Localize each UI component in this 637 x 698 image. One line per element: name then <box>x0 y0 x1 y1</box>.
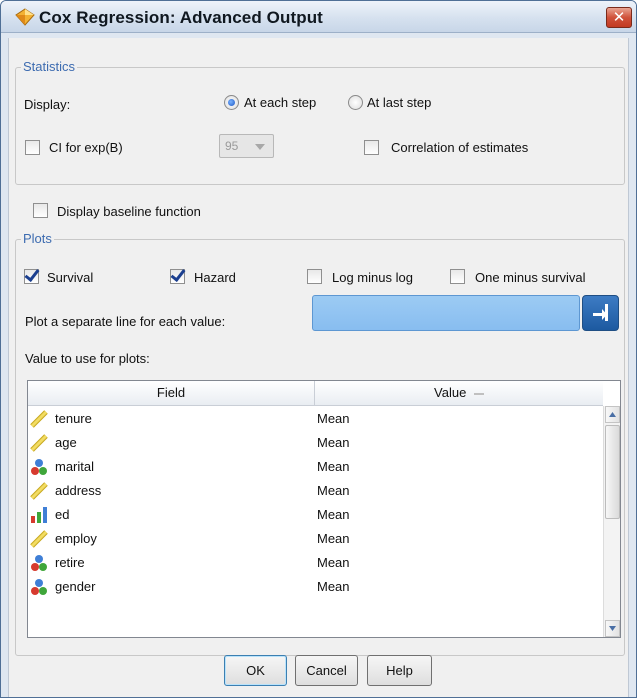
row-value[interactable]: Mean <box>317 527 350 551</box>
table-row[interactable]: age Mean <box>28 431 603 455</box>
one-minus-survival-checkbox[interactable] <box>450 269 465 284</box>
nominal-icon <box>31 579 47 595</box>
sort-indicator-icon <box>473 392 484 395</box>
ruler-icon <box>30 530 48 548</box>
correlation-checkbox[interactable] <box>364 140 379 155</box>
radio-at-each-step[interactable] <box>224 95 239 110</box>
title-bar[interactable]: Cox Regression: Advanced Output ✕ <box>1 1 636 33</box>
hazard-checkbox[interactable] <box>170 269 185 284</box>
table-row[interactable]: tenure Mean <box>28 407 603 431</box>
window-title: Cox Regression: Advanced Output <box>39 8 323 27</box>
plots-legend: Plots <box>21 231 54 246</box>
separate-line-field[interactable] <box>312 295 580 331</box>
log-minus-log-checkbox[interactable] <box>307 269 322 284</box>
row-field: retire <box>55 555 85 570</box>
table-row[interactable]: employ Mean <box>28 527 603 551</box>
value-column-label: Value <box>434 385 467 400</box>
radio-at-each-step-label[interactable]: At each step <box>244 95 316 110</box>
row-value[interactable]: Mean <box>317 479 350 503</box>
statistics-group: Statistics <box>15 59 625 185</box>
ci-label[interactable]: CI for exp(B) <box>49 140 123 155</box>
row-field: gender <box>55 579 96 594</box>
ordinal-icon <box>31 507 47 523</box>
log-minus-log-label[interactable]: Log minus log <box>332 270 413 285</box>
nominal-icon <box>31 459 47 475</box>
row-field: employ <box>55 531 97 546</box>
survival-label[interactable]: Survival <box>47 270 93 285</box>
table-row[interactable]: retire Mean <box>28 551 603 575</box>
row-field: ed <box>55 507 70 522</box>
survival-checkbox[interactable] <box>24 269 39 284</box>
row-field: tenure <box>55 411 92 426</box>
baseline-checkbox[interactable] <box>33 203 48 218</box>
row-value[interactable]: Mean <box>317 407 350 431</box>
plot-values-table[interactable]: Field Value tenure Mean age Mean marital <box>27 380 621 638</box>
scroll-up-button[interactable] <box>605 406 620 423</box>
close-button[interactable]: ✕ <box>606 7 632 28</box>
ci-checkbox[interactable] <box>25 140 40 155</box>
ruler-icon <box>30 410 48 428</box>
vertical-scrollbar[interactable] <box>603 406 620 637</box>
field-picker-button[interactable] <box>582 295 619 331</box>
row-value[interactable]: Mean <box>317 431 350 455</box>
table-row[interactable]: address Mean <box>28 479 603 503</box>
table-row[interactable]: marital Mean <box>28 455 603 479</box>
row-field: marital <box>55 459 95 474</box>
row-value[interactable]: Mean <box>317 455 350 479</box>
cancel-button[interactable]: Cancel <box>295 655 358 686</box>
field-picker-icon <box>593 304 608 321</box>
row-field: age <box>55 435 77 450</box>
arrow-down-icon <box>609 626 616 631</box>
table-header: Field Value <box>28 381 603 406</box>
value-to-use-label: Value to use for plots: <box>25 351 150 366</box>
baseline-label[interactable]: Display baseline function <box>57 204 201 219</box>
correlation-label[interactable]: Correlation of estimates <box>391 140 528 155</box>
nominal-icon <box>31 555 47 571</box>
value-column-header[interactable]: Value <box>315 381 603 406</box>
row-value[interactable]: Mean <box>317 503 350 527</box>
diamond-node-icon <box>15 8 35 26</box>
one-minus-survival-label[interactable]: One minus survival <box>475 270 586 285</box>
display-label: Display: <box>24 97 71 112</box>
row-value[interactable]: Mean <box>317 551 350 575</box>
ruler-icon <box>30 482 48 500</box>
ok-button[interactable]: OK <box>224 655 287 686</box>
ci-level-value: 95 <box>225 139 239 153</box>
radio-at-last-step[interactable] <box>348 95 363 110</box>
radio-at-last-step-label[interactable]: At last step <box>367 95 431 110</box>
row-value[interactable]: Mean <box>317 575 350 599</box>
scroll-down-button[interactable] <box>605 620 620 637</box>
ruler-icon <box>30 434 48 452</box>
field-column-header[interactable]: Field <box>28 381 314 406</box>
dialog-window: Cox Regression: Advanced Output ✕ Statis… <box>0 0 637 698</box>
arrow-up-icon <box>609 412 616 417</box>
table-row[interactable]: gender Mean <box>28 575 603 599</box>
scroll-thumb[interactable] <box>605 425 620 519</box>
chevron-down-icon <box>255 144 265 150</box>
help-button-label: Help <box>386 663 413 678</box>
dialog-client: Statistics Display: At each step At last… <box>8 38 629 697</box>
separate-line-label: Plot a separate line for each value: <box>25 314 226 329</box>
help-button[interactable]: Help <box>367 655 432 686</box>
ci-level-select: 95 <box>219 134 274 158</box>
statistics-legend: Statistics <box>21 59 78 74</box>
row-field: address <box>55 483 102 498</box>
table-row[interactable]: ed Mean <box>28 503 603 527</box>
hazard-label[interactable]: Hazard <box>194 270 236 285</box>
